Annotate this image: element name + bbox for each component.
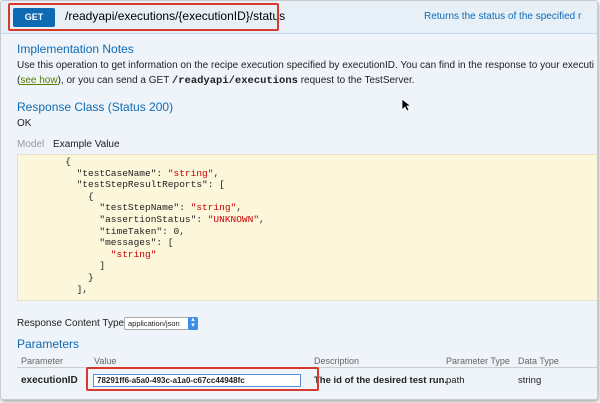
code-line: "testStepName": "string", bbox=[99, 202, 242, 214]
code-line: "timeTaken": 0, bbox=[99, 225, 185, 237]
response-content-type-select[interactable]: application/json ▴ ▾ bbox=[124, 316, 198, 330]
response-class-status: OK bbox=[17, 118, 32, 129]
param-name: executionID bbox=[21, 375, 78, 386]
code-line: "testStepResultReports": [ bbox=[76, 179, 225, 191]
header-value: Value bbox=[94, 356, 117, 366]
implementation-notes-title: Implementation Notes bbox=[17, 42, 134, 56]
response-class-title: Response Class (Status 200) bbox=[17, 100, 174, 114]
code-line: ], bbox=[76, 283, 88, 295]
response-content-type-label: Response Content Type bbox=[17, 318, 125, 329]
implementation-line-1: Use this operation to get information on… bbox=[17, 60, 595, 71]
select-arrows-icon: ▴ ▾ bbox=[188, 316, 198, 330]
model-tabs: Model Example Value bbox=[17, 139, 126, 150]
swagger-operation-panel: GET /readyapi/executions/{executionID}/s… bbox=[0, 0, 598, 400]
code-line: { bbox=[88, 190, 94, 202]
param-data-type: string bbox=[518, 375, 542, 386]
code-line: { bbox=[65, 156, 71, 167]
highlight-box-value bbox=[86, 367, 319, 391]
endpoint-header[interactable]: GET /readyapi/executions/{executionID}/s… bbox=[1, 1, 597, 34]
header-data-type: Data Type bbox=[518, 356, 559, 366]
endpoint-summary[interactable]: Returns the status of the specified r bbox=[424, 11, 581, 22]
example-value-code[interactable]: { "testCaseName": "string", "testStepResul… bbox=[17, 154, 597, 301]
see-how-link[interactable]: see how bbox=[20, 75, 57, 86]
param-type: path bbox=[446, 375, 465, 386]
code-path: /readyapi/executions bbox=[171, 75, 298, 87]
parameters-header: Parameter Value Description Parameter Ty… bbox=[17, 354, 597, 368]
code-line: "messages": [ bbox=[99, 237, 174, 249]
tab-model[interactable]: Model bbox=[17, 139, 44, 150]
param-description: The id of the desired test run. bbox=[314, 375, 448, 386]
header-parameter: Parameter bbox=[21, 356, 64, 366]
implementation-line-2: (see how), or you can send a GET /readya… bbox=[17, 75, 415, 87]
code-line: ] bbox=[99, 260, 106, 272]
parameters-title: Parameters bbox=[17, 337, 80, 351]
header-description: Description bbox=[314, 356, 360, 366]
operation-content: Implementation Notes Use this operation … bbox=[1, 34, 597, 399]
response-content-type-value: application/json bbox=[128, 319, 180, 328]
tab-example-value[interactable]: Example Value bbox=[53, 139, 120, 150]
implementation-notes-text: Use this operation to get information on… bbox=[17, 58, 597, 89]
highlight-box-endpoint bbox=[8, 3, 279, 31]
code-line: } bbox=[88, 272, 94, 283]
mouse-cursor-icon bbox=[401, 98, 411, 112]
code-line: "string" bbox=[110, 248, 157, 260]
code-line: "assertionStatus": "UNKNOWN", bbox=[99, 214, 265, 225]
code-line: "testCaseName": "string", bbox=[76, 167, 220, 179]
header-parameter-type: Parameter Type bbox=[446, 356, 510, 366]
